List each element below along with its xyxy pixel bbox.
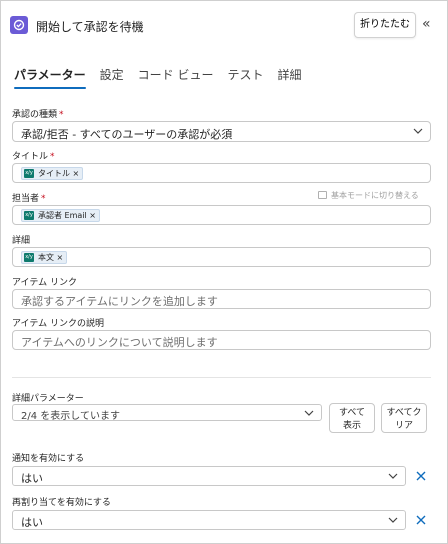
item-link-desc-placeholder: アイテムへのリンクについて説明します (21, 336, 218, 349)
item-link-desc-input[interactable]: アイテムへのリンクについて説明します (12, 330, 431, 350)
dynamic-content-icon: x/y (24, 169, 34, 178)
section-divider (12, 377, 431, 378)
required-mark: * (41, 194, 46, 204)
assignee-label: 担当者 * (12, 194, 46, 204)
chevron-down-icon (388, 517, 398, 523)
reassignment-value: はい (21, 516, 43, 529)
item-link-desc-label: アイテム リンクの説明 (12, 319, 104, 329)
double-chevron-left-icon[interactable]: « (422, 16, 431, 32)
clear-all-button[interactable]: すべてク リア (381, 403, 427, 433)
approval-type-dropdown[interactable]: 承認/拒否 - すべてのユーザーの承認が必須 (12, 121, 431, 142)
required-mark: * (50, 152, 55, 162)
reassignment-label: 再割り当てを有効にする (12, 498, 111, 508)
advanced-params-value: 2/4 を表示しています (21, 411, 120, 422)
details-input[interactable]: x/y 本文 × (12, 247, 431, 267)
assignee-input[interactable]: x/y 承認者 Email × (12, 205, 431, 225)
remove-notifications-icon[interactable] (414, 469, 428, 483)
item-link-input[interactable]: 承認するアイテムにリンクを追加します (12, 289, 431, 309)
panel-header: 開始して承認を待機 折りたたむ « (10, 10, 438, 40)
tab-details[interactable]: 詳細 (278, 66, 302, 89)
reassignment-dropdown[interactable]: はい (12, 510, 406, 530)
notifications-dropdown[interactable]: はい (12, 466, 406, 486)
remove-reassignment-icon[interactable] (414, 513, 428, 527)
tab-bar: パラメーター 設定 コード ビュー テスト 詳細 (14, 66, 316, 89)
dynamic-content-icon: x/y (24, 211, 34, 220)
advanced-params-label: 詳細パラメーター (12, 394, 84, 404)
tab-code-view[interactable]: コード ビュー (138, 66, 214, 89)
action-title[interactable]: 開始して承認を待機 (36, 18, 144, 35)
notifications-label: 通知を有効にする (12, 454, 85, 464)
tab-test[interactable]: テスト (227, 66, 263, 89)
details-label: 詳細 (12, 236, 31, 246)
switch-mode-icon (318, 191, 327, 199)
dynamic-content-icon: x/y (24, 253, 34, 262)
item-link-placeholder: 承認するアイテムにリンクを追加します (21, 295, 218, 308)
chevron-down-icon (388, 473, 398, 479)
chevron-down-icon (304, 410, 314, 416)
advanced-params-dropdown[interactable]: 2/4 を表示しています (12, 404, 322, 422)
show-all-button[interactable]: すべて 表示 (329, 403, 375, 433)
notifications-value: はい (21, 472, 43, 485)
switch-basic-mode-link[interactable]: 基本モードに切り替える (318, 190, 419, 201)
title-token[interactable]: x/y タイトル × (21, 167, 84, 180)
approval-type-label: 承認の種類 * (12, 110, 64, 120)
approval-app-icon (10, 16, 28, 34)
approval-type-value: 承認/拒否 - すべてのユーザーの承認が必須 (21, 128, 233, 141)
title-label: タイトル * (12, 152, 55, 162)
tab-parameters[interactable]: パラメーター (14, 66, 86, 89)
collapse-button[interactable]: 折りたたむ (354, 12, 416, 38)
details-token[interactable]: x/y 本文 × (21, 251, 68, 264)
tab-settings[interactable]: 設定 (100, 66, 124, 89)
chevron-down-icon (413, 128, 423, 134)
item-link-label: アイテム リンク (12, 278, 77, 288)
title-input[interactable]: x/y タイトル × (12, 163, 431, 183)
required-mark: * (59, 110, 64, 120)
assignee-token[interactable]: x/y 承認者 Email × (21, 209, 100, 222)
